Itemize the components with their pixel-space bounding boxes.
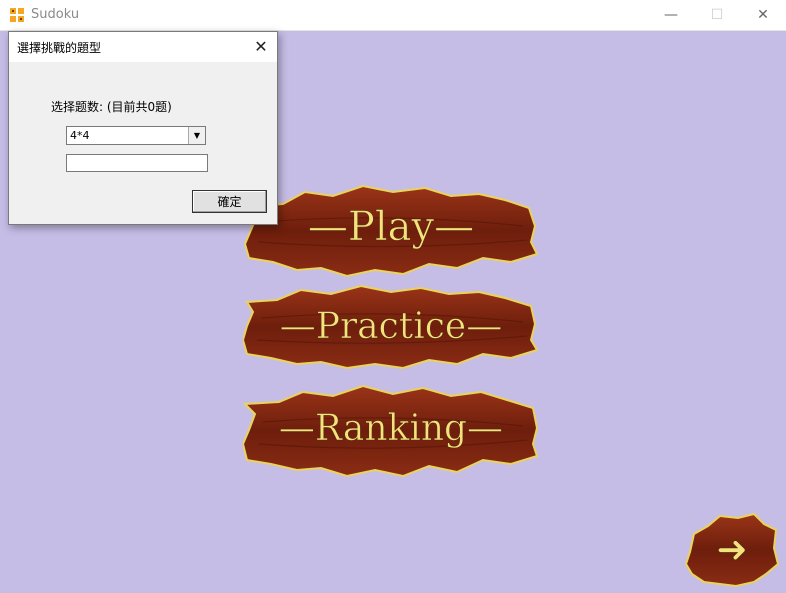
- practice-label: —Practice—: [280, 306, 503, 347]
- play-button[interactable]: —Play—: [243, 182, 539, 278]
- chevron-down-icon[interactable]: ▼: [188, 127, 205, 144]
- sudoku-window: Sudoku — ☐ ✕ —Play— —Practice— —Ranking—…: [0, 0, 786, 593]
- maximize-icon: ☐: [710, 7, 724, 23]
- puzzle-type-select[interactable]: 4*4 ▼: [66, 126, 206, 145]
- dialog-close-button[interactable]: ✕: [251, 36, 271, 56]
- play-label: —Play—: [308, 204, 474, 250]
- practice-button[interactable]: —Practice—: [243, 284, 539, 370]
- window-title: Sudoku: [31, 7, 80, 22]
- arrow-right-icon: ➜: [716, 527, 748, 571]
- ranking-button[interactable]: —Ranking—: [243, 384, 539, 478]
- ok-button[interactable]: 確定: [192, 190, 267, 213]
- close-icon: ✕: [254, 36, 268, 56]
- close-button[interactable]: ✕: [740, 0, 786, 30]
- close-icon: ✕: [757, 7, 769, 23]
- challenge-type-dialog: 選擇挑戰的題型 ✕ 选择题数: (目前共0题) 4*4 ▼ 確定: [8, 31, 278, 225]
- maximize-button[interactable]: ☐: [694, 0, 740, 30]
- wood-sign-ranking: —Ranking—: [243, 384, 539, 478]
- ranking-label: —Ranking—: [279, 408, 503, 449]
- minimize-button[interactable]: —: [648, 0, 694, 30]
- window-titlebar[interactable]: Sudoku — ☐ ✕: [0, 0, 786, 31]
- wood-sign-play: —Play—: [243, 184, 539, 278]
- question-count-input[interactable]: [66, 154, 208, 172]
- dialog-title: 選擇挑戰的題型: [17, 41, 102, 55]
- dialog-titlebar[interactable]: 選擇挑戰的題型 ✕: [9, 32, 277, 62]
- next-button[interactable]: ➜: [684, 512, 780, 588]
- sudoku-app-icon: [9, 7, 25, 23]
- minimize-icon: —: [664, 7, 678, 23]
- wood-sign-next: ➜: [684, 512, 780, 588]
- puzzle-type-value: 4*4: [70, 129, 90, 142]
- question-count-label: 选择题数: (目前共0题): [51, 100, 172, 114]
- wood-sign-practice: —Practice—: [243, 284, 539, 370]
